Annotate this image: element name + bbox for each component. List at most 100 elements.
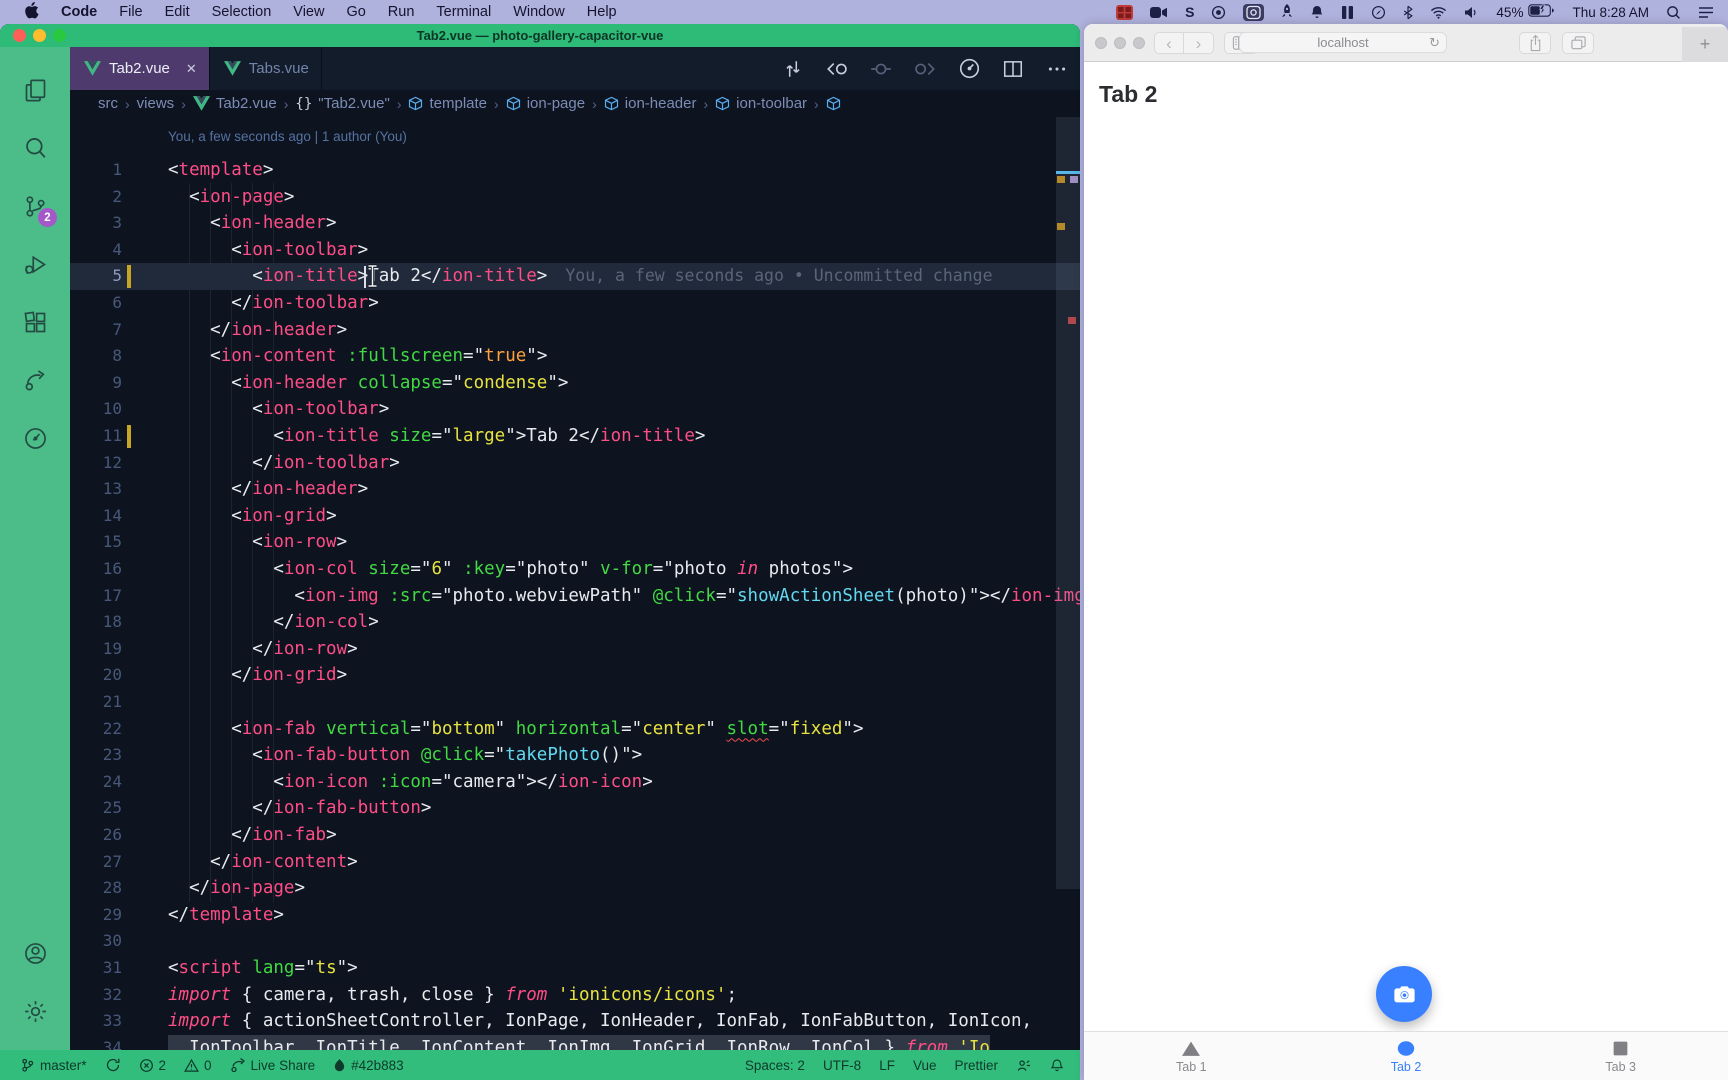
screen-record-icon[interactable] bbox=[1150, 4, 1168, 21]
ion-tab-tab-2[interactable]: Tab 2 bbox=[1299, 1032, 1514, 1080]
breadcrumb-item[interactable]: src bbox=[98, 95, 118, 112]
breadcrumb-item[interactable]: views bbox=[137, 95, 175, 112]
new-tab-button[interactable]: + bbox=[1682, 27, 1728, 62]
code-text[interactable]: <ion-header collapse="condense"> bbox=[168, 370, 568, 397]
code-text[interactable]: <ion-page> bbox=[168, 184, 294, 211]
menu-terminal[interactable]: Terminal bbox=[425, 4, 502, 20]
run-icon[interactable] bbox=[954, 54, 984, 84]
breadcrumb-item[interactable]: ion-toolbar bbox=[715, 95, 807, 112]
bell-icon[interactable] bbox=[1310, 4, 1324, 21]
menu-view[interactable]: View bbox=[282, 4, 335, 20]
camera-fab-button[interactable] bbox=[1376, 966, 1432, 1022]
breadcrumb-item[interactable]: ion-page bbox=[506, 95, 585, 112]
status-feedback-icon[interactable] bbox=[1016, 1058, 1032, 1073]
status-spaces-2[interactable]: Spaces: 2 bbox=[745, 1058, 805, 1073]
status-bell-outline-icon[interactable] bbox=[1050, 1058, 1064, 1073]
nav-forward-icon[interactable] bbox=[910, 54, 940, 84]
code-text[interactable]: <template> bbox=[168, 157, 273, 184]
vscode-titlebar[interactable]: Tab2.vue — photo-gallery-capacitor-vue bbox=[0, 24, 1080, 47]
close-tab-icon[interactable]: ✕ bbox=[186, 61, 197, 77]
menu-go[interactable]: Go bbox=[335, 4, 376, 20]
gitlens-codelens[interactable]: You, a few seconds ago | 1 author (You) bbox=[168, 123, 407, 151]
apple-icon[interactable] bbox=[14, 2, 50, 23]
code-text[interactable]: </ion-toolbar> bbox=[168, 450, 400, 477]
activity-source-control-icon[interactable]: 2 bbox=[11, 177, 59, 235]
code-text[interactable]: </ion-fab> bbox=[168, 822, 337, 849]
film-icon[interactable] bbox=[1116, 4, 1133, 21]
activity-account-icon[interactable] bbox=[11, 924, 59, 982]
breadcrumb-item[interactable]: Tab2.vue bbox=[193, 95, 277, 112]
magnet-icon[interactable] bbox=[1341, 4, 1354, 21]
bluetooth-icon[interactable] bbox=[1403, 4, 1413, 21]
menu-edit[interactable]: Edit bbox=[154, 4, 201, 20]
back-button[interactable]: ‹ bbox=[1154, 32, 1184, 54]
code-text[interactable]: </ion-content> bbox=[168, 849, 358, 876]
code-text[interactable]: <script lang="ts"> bbox=[168, 955, 358, 982]
code-text[interactable]: <ion-grid> bbox=[168, 503, 337, 530]
reload-icon[interactable]: ↻ bbox=[1429, 33, 1440, 52]
menu-selection[interactable]: Selection bbox=[201, 4, 283, 20]
menubar-clock[interactable]: Thu 8:28 AM bbox=[1572, 5, 1649, 20]
activity-settings-gear-icon[interactable] bbox=[11, 982, 59, 1040]
menu-file[interactable]: File bbox=[108, 4, 153, 20]
code-text[interactable]: </ion-page> bbox=[168, 875, 305, 902]
activity-liveshare-icon[interactable] bbox=[11, 351, 59, 409]
compass-icon[interactable] bbox=[1371, 4, 1386, 21]
rocket-icon[interactable] bbox=[1281, 4, 1293, 21]
status-flame-icon[interactable]: #42b883 bbox=[333, 1058, 404, 1073]
editor-scrollbar[interactable] bbox=[1056, 117, 1080, 1050]
activity-extensions-icon[interactable] bbox=[11, 293, 59, 351]
code-text[interactable]: </ion-toolbar> bbox=[168, 290, 379, 317]
code-text[interactable]: <ion-toolbar> bbox=[168, 396, 389, 423]
status-error-icon[interactable]: 2 bbox=[139, 1058, 167, 1073]
editor-tab-Tabs.vue[interactable]: Tabs.vue bbox=[210, 47, 322, 90]
code-text[interactable]: <ion-row> bbox=[168, 529, 347, 556]
show-tabs-button[interactable] bbox=[1562, 32, 1594, 54]
activity-files-icon[interactable] bbox=[11, 61, 59, 119]
status-lf[interactable]: LF bbox=[879, 1058, 895, 1073]
code-text[interactable]: </ion-header> bbox=[168, 476, 368, 503]
menu-help[interactable]: Help bbox=[576, 4, 628, 20]
activity-debug-icon[interactable] bbox=[11, 235, 59, 293]
minimize-window-button[interactable] bbox=[1114, 37, 1126, 49]
status-liveshare-arrow-icon[interactable]: Live Share bbox=[230, 1057, 316, 1073]
code-text[interactable]: </template> bbox=[168, 902, 284, 929]
status-vue[interactable]: Vue bbox=[913, 1058, 937, 1073]
active-app-icon[interactable] bbox=[1243, 4, 1264, 21]
ion-tab-tab-1[interactable]: Tab 1 bbox=[1084, 1032, 1299, 1080]
status-prettier[interactable]: Prettier bbox=[954, 1058, 998, 1073]
battery-status[interactable]: 45% bbox=[1496, 4, 1555, 20]
activity-search-icon[interactable] bbox=[11, 119, 59, 177]
wifi-icon[interactable] bbox=[1430, 4, 1447, 21]
ion-tab-tab-3[interactable]: Tab 3 bbox=[1513, 1032, 1728, 1080]
address-bar[interactable]: localhost ↻ bbox=[1239, 32, 1447, 53]
code-text[interactable]: <ion-toolbar> bbox=[168, 237, 368, 264]
code-text[interactable]: <ion-col size="6" :key="photo" v-for="ph… bbox=[168, 556, 853, 583]
code-text[interactable]: <ion-title size="large">Tab 2</ion-title… bbox=[168, 423, 705, 450]
status-sync-icon[interactable] bbox=[105, 1057, 121, 1073]
code-text[interactable]: <ion-content :fullscreen="true"> bbox=[168, 343, 547, 370]
record-icon[interactable] bbox=[1211, 4, 1226, 21]
code-text[interactable]: import { actionSheetController, IonPage,… bbox=[168, 1008, 1032, 1035]
status-utf-8[interactable]: UTF-8 bbox=[823, 1058, 861, 1073]
menu-run[interactable]: Run bbox=[377, 4, 426, 20]
code-text[interactable]: <ion-fab vertical="bottom" horizontal="c… bbox=[168, 716, 863, 743]
code-text[interactable]: <ion-icon :icon="camera"></ion-icon> bbox=[168, 769, 653, 796]
code-text[interactable]: </ion-col> bbox=[168, 609, 379, 636]
more-icon[interactable] bbox=[1042, 54, 1072, 84]
code-text[interactable]: <ion-fab-button @click="takePhoto()"> bbox=[168, 742, 642, 769]
code-text[interactable]: IonToolbar, IonTitle, IonContent, IonImg… bbox=[168, 1035, 990, 1050]
editor-tab-Tab2.vue[interactable]: Tab2.vue✕ bbox=[70, 47, 210, 90]
spotlight-icon[interactable] bbox=[1666, 4, 1681, 21]
code-text[interactable]: </ion-fab-button> bbox=[168, 795, 431, 822]
code-editor[interactable]: You, a few seconds ago | 1 author (You) … bbox=[70, 117, 1080, 1050]
breadcrumb-item[interactable]: {}"Tab2.vue" bbox=[295, 95, 389, 112]
volume-icon[interactable] bbox=[1464, 4, 1479, 21]
share-button[interactable] bbox=[1519, 32, 1551, 54]
status-branch-icon[interactable]: master* bbox=[20, 1057, 87, 1073]
menu-window[interactable]: Window bbox=[502, 4, 576, 20]
code-text[interactable]: import { camera, trash, close } from 'io… bbox=[168, 982, 737, 1009]
menu-code[interactable]: Code bbox=[50, 4, 108, 20]
breadcrumb-item[interactable]: template bbox=[408, 95, 487, 112]
diff-icon[interactable] bbox=[778, 54, 808, 84]
